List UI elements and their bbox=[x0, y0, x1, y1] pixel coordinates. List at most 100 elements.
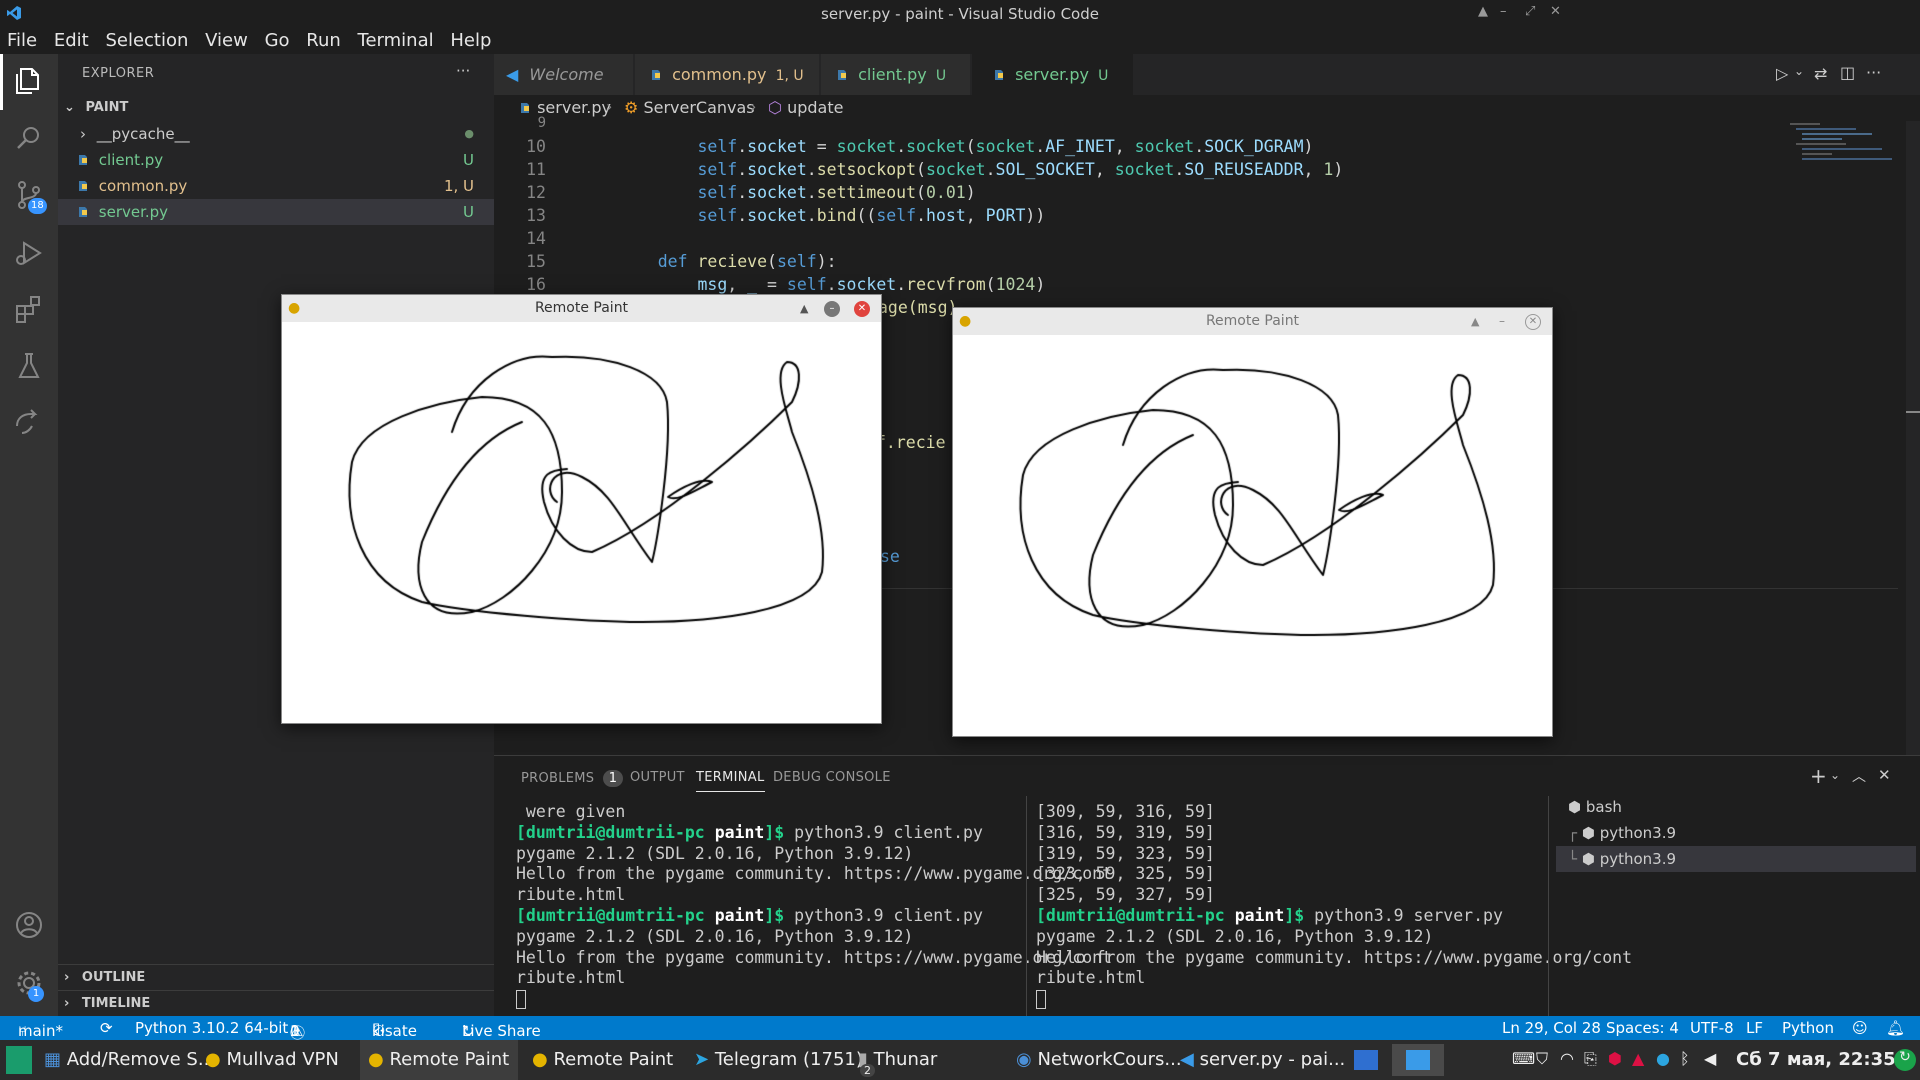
end-of-line[interactable]: LF bbox=[1746, 1019, 1763, 1037]
live-share-icon[interactable] bbox=[12, 406, 46, 440]
terminal-dropdown-icon[interactable]: ⌄ bbox=[1830, 768, 1840, 782]
minimap[interactable] bbox=[1790, 121, 1900, 201]
menu-run[interactable]: Run bbox=[306, 28, 341, 51]
more-actions-icon[interactable]: ··· bbox=[1866, 63, 1881, 82]
tab-problems[interactable]: PROBLEMS 1 bbox=[521, 770, 624, 787]
encoding[interactable]: UTF-8 bbox=[1690, 1019, 1734, 1037]
sync-icon[interactable]: ⟳ bbox=[100, 1019, 113, 1037]
menu-edit[interactable]: Edit bbox=[54, 28, 89, 51]
terminal-left[interactable]: were given [dumtrii@dumtrii-pc paint]$ py… bbox=[516, 802, 1112, 1010]
mullvad-tray-icon[interactable]: ▲ bbox=[1632, 1049, 1644, 1068]
breadcrumb-class[interactable]: ⚙ ServerCanvas bbox=[624, 98, 755, 117]
tree-item-server[interactable]: server.py U bbox=[58, 199, 494, 225]
tab-terminal[interactable]: TERMINAL bbox=[696, 770, 765, 792]
outline-section[interactable]: › OUTLINE bbox=[58, 964, 494, 990]
run-debug-icon[interactable] bbox=[12, 235, 46, 269]
menu-go[interactable]: Go bbox=[265, 28, 290, 51]
cursor-position[interactable]: Ln 29, Col 28 bbox=[1502, 1019, 1601, 1037]
tab-common[interactable]: common.py 1, U bbox=[635, 54, 820, 95]
terminal-right[interactable]: [309, 59, 316, 59] [316, 59, 319, 59] [319… bbox=[1036, 802, 1632, 1010]
task-vscode[interactable]: ◀ server.py - pai... bbox=[1180, 1049, 1345, 1070]
menu-file[interactable]: File bbox=[7, 28, 37, 51]
run-dropdown-icon[interactable]: ⌄ bbox=[1794, 64, 1804, 78]
split-editor-icon[interactable]: ◫ bbox=[1840, 63, 1855, 82]
language-mode[interactable]: Python bbox=[1782, 1019, 1834, 1037]
maximize-panel-icon[interactable]: ︿ bbox=[1852, 766, 1866, 786]
keep-above-icon[interactable]: ▲ bbox=[1478, 4, 1488, 19]
task-telegram[interactable]: ➤ Telegram (1751) bbox=[694, 1049, 863, 1070]
task-mullvad[interactable]: ● Mullvad VPN bbox=[205, 1049, 339, 1070]
telegram-tray-icon[interactable]: ● bbox=[1656, 1049, 1670, 1068]
vertical-scrollbar[interactable] bbox=[1906, 121, 1920, 755]
task-remote-paint-1[interactable]: ● Remote Paint bbox=[368, 1049, 509, 1070]
menu-terminal[interactable]: Terminal bbox=[358, 28, 434, 51]
wifi-tray-icon[interactable]: ◠ bbox=[1560, 1049, 1574, 1068]
remote-paint-window-2[interactable]: ● Remote Paint ▲ – ✕ bbox=[952, 307, 1553, 737]
tree-item-pycache[interactable]: › __pycache__ ● bbox=[58, 121, 494, 147]
notifications-icon[interactable]: 🔔︎ bbox=[1886, 1019, 1905, 1037]
tab-client[interactable]: client.py U bbox=[821, 54, 971, 95]
new-terminal-icon[interactable]: + bbox=[1810, 764, 1827, 788]
more-actions-icon[interactable]: ··· bbox=[456, 62, 470, 80]
shield-tray-icon[interactable]: ⛉ bbox=[1536, 1049, 1548, 1069]
explorer-icon[interactable] bbox=[12, 64, 46, 98]
menu-help[interactable]: Help bbox=[450, 28, 491, 51]
tree-item-common[interactable]: common.py 1, U bbox=[58, 173, 494, 199]
volume-tray-icon[interactable]: ◀︎ bbox=[1704, 1049, 1716, 1068]
remote-paint-window-1[interactable]: ● Remote Paint ▲ – ✕ bbox=[281, 294, 882, 724]
tree-item-client[interactable]: client.py U bbox=[58, 147, 494, 173]
tab-debug-console[interactable]: DEBUG CONSOLE bbox=[773, 770, 891, 785]
terminal-line: [316, 59, 319, 59] bbox=[1036, 822, 1215, 842]
task-network-course[interactable]: ◉ NetworkCours... bbox=[1016, 1049, 1182, 1070]
minimize-icon[interactable]: – bbox=[824, 301, 840, 317]
manjaro-menu-icon[interactable] bbox=[6, 1046, 32, 1074]
menu-view[interactable]: View bbox=[205, 28, 248, 51]
terminal-item-python2[interactable]: └ ⬢ python3.9 bbox=[1556, 846, 1916, 872]
extensions-icon[interactable] bbox=[12, 292, 46, 326]
minimize-icon[interactable]: – bbox=[1499, 308, 1505, 335]
python-interpreter[interactable]: Python 3.10.2 64-bit bbox=[135, 1019, 288, 1037]
close-icon[interactable]: ✕ bbox=[854, 301, 870, 317]
clock[interactable]: Сб 7 мая, 22:35 bbox=[1736, 1049, 1896, 1070]
keep-above-icon[interactable]: ▲ bbox=[1471, 308, 1479, 335]
minimize-icon[interactable]: – bbox=[1500, 4, 1507, 19]
terminal-item-python1[interactable]: ┌ ⬢ python3.9 bbox=[1556, 820, 1916, 846]
breadcrumb-method[interactable]: ⬡ update bbox=[768, 98, 843, 117]
drawing-canvas[interactable] bbox=[282, 322, 881, 723]
paint-titlebar[interactable]: ● Remote Paint ▲ – ✕ bbox=[282, 295, 881, 322]
app-tray-icon[interactable]: ⬢ bbox=[1608, 1049, 1622, 1068]
bluetooth-tray-icon[interactable]: ᛒ bbox=[1680, 1049, 1690, 1068]
pager-desktop-icon[interactable] bbox=[1392, 1044, 1444, 1076]
task-remote-paint-2[interactable]: ● Remote Paint bbox=[532, 1049, 673, 1070]
close-icon[interactable]: ✕ bbox=[1550, 4, 1561, 19]
tab-status: U bbox=[935, 68, 947, 84]
account-icon[interactable] bbox=[12, 908, 46, 942]
testing-icon[interactable] bbox=[12, 349, 46, 383]
clip-tray-icon[interactable]: ⎘ bbox=[1584, 1049, 1597, 1069]
paint-titlebar[interactable]: ● Remote Paint ▲ – ✕ bbox=[953, 308, 1552, 335]
menu-selection[interactable]: Selection bbox=[105, 28, 188, 51]
terminal-item-bash[interactable]: ⬢ bash bbox=[1556, 794, 1916, 820]
open-changes-icon[interactable]: ⇄ bbox=[1814, 64, 1827, 83]
keep-above-icon[interactable]: ▲ bbox=[800, 295, 808, 322]
close-icon[interactable]: ✕ bbox=[1525, 314, 1541, 330]
folder-paint[interactable]: ⌄ PAINT bbox=[58, 95, 494, 121]
tab-server[interactable]: server.py U ✕ bbox=[972, 54, 1134, 127]
desktop-1-icon[interactable] bbox=[1354, 1050, 1378, 1070]
close-panel-icon[interactable]: ✕ bbox=[1878, 766, 1891, 784]
terminal-tray-icon[interactable]: ⌨ bbox=[1512, 1049, 1535, 1068]
maximize-icon[interactable]: ⤢ bbox=[1525, 4, 1535, 19]
tab-welcome[interactable]: ◀ Welcome bbox=[494, 54, 634, 95]
folder-label: PAINT bbox=[85, 100, 129, 115]
run-file-icon[interactable]: ▷ bbox=[1776, 64, 1788, 83]
indentation[interactable]: Spaces: 4 bbox=[1606, 1019, 1679, 1037]
updates-tray-icon[interactable]: ↻ bbox=[1894, 1049, 1916, 1071]
feedback-icon[interactable]: ☺ bbox=[1852, 1019, 1868, 1037]
drawing-canvas[interactable] bbox=[953, 335, 1552, 736]
account-status[interactable]: ⚇ kisate ▯ bbox=[372, 1019, 417, 1040]
task-label: Thunar bbox=[873, 1049, 938, 1070]
search-icon[interactable] bbox=[12, 121, 46, 155]
task-add-remove[interactable]: ▦ Add/Remove S... bbox=[44, 1049, 215, 1070]
timeline-section[interactable]: › TIMELINE bbox=[58, 990, 494, 1016]
tab-output[interactable]: OUTPUT bbox=[630, 770, 685, 785]
